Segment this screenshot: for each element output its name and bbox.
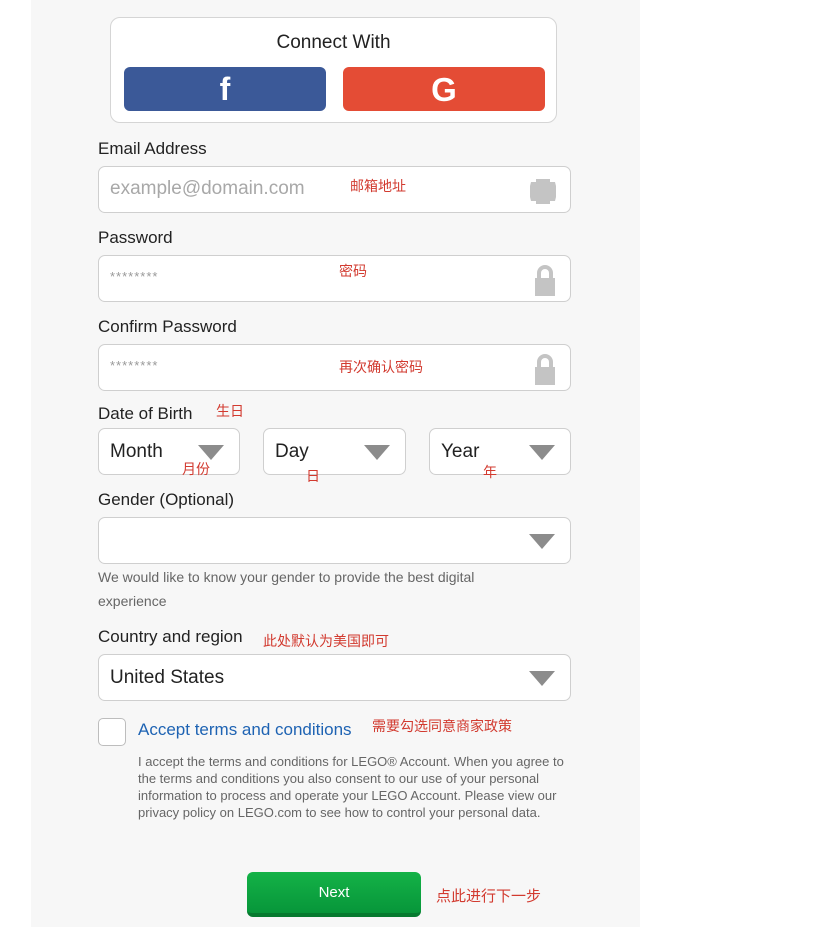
terms-link[interactable]: Accept terms and conditions — [138, 720, 352, 740]
lock-icon — [532, 353, 558, 392]
day-annotation: 日 — [306, 469, 320, 485]
country-annotation: 此处默认为美国即可 — [263, 634, 389, 650]
connect-with-title: Connect With — [276, 32, 391, 53]
password-annotation: 密码 — [339, 264, 367, 280]
next-button-label: Next — [318, 884, 350, 901]
terms-annotation: 需要勾选同意商家政策 — [372, 719, 512, 735]
month-annotation: 月份 — [182, 462, 210, 478]
email-annotation: 邮箱地址 — [350, 179, 406, 195]
user-head-icon — [528, 175, 558, 212]
chevron-down-icon — [529, 445, 555, 460]
facebook-icon: f — [219, 71, 231, 107]
next-button[interactable]: Next — [247, 872, 421, 917]
lock-icon — [532, 264, 558, 303]
chevron-down-icon — [529, 534, 555, 549]
gender-select[interactable] — [98, 517, 571, 564]
google-login-button[interactable]: G — [343, 67, 545, 111]
month-select[interactable]: Month — [98, 428, 240, 475]
day-select[interactable]: Day — [263, 428, 406, 475]
month-select-value: Month — [110, 441, 163, 462]
social-connect-box: Connect With f G — [110, 17, 557, 123]
password-label: Password — [98, 228, 173, 247]
terms-description: I accept the terms and conditions for LE… — [138, 754, 564, 820]
confirm-password-placeholder: ******** — [110, 358, 159, 373]
country-select[interactable]: United States — [98, 654, 571, 701]
confirm-password-annotation: 再次确认密码 — [339, 360, 423, 376]
chevron-down-icon — [198, 445, 224, 460]
gender-label: Gender (Optional) — [98, 490, 235, 509]
next-annotation: 点此进行下一步 — [436, 887, 542, 905]
year-select[interactable]: Year — [429, 428, 571, 475]
email-label: Email Address — [98, 139, 207, 158]
country-label: Country and region — [98, 627, 243, 646]
chevron-down-icon — [364, 445, 390, 460]
password-placeholder: ******** — [110, 269, 159, 284]
dob-annotation: 生日 — [216, 404, 244, 420]
email-placeholder: example@domain.com — [110, 178, 305, 199]
year-select-value: Year — [441, 441, 480, 462]
country-select-value: United States — [110, 667, 225, 688]
password-field[interactable]: ******** — [98, 255, 571, 302]
dob-label: Date of Birth — [98, 404, 193, 423]
facebook-login-button[interactable]: f — [124, 67, 326, 111]
confirm-password-label: Confirm Password — [98, 317, 237, 336]
terms-checkbox[interactable] — [98, 718, 126, 746]
google-icon: G — [431, 70, 457, 108]
email-field[interactable]: example@domain.com — [98, 166, 571, 213]
confirm-password-field[interactable]: ******** — [98, 344, 571, 391]
gender-helper-text: We would like to know your gender to pro… — [98, 569, 475, 609]
day-select-value: Day — [275, 441, 309, 462]
chevron-down-icon — [529, 671, 555, 686]
year-annotation: 年 — [483, 465, 497, 481]
